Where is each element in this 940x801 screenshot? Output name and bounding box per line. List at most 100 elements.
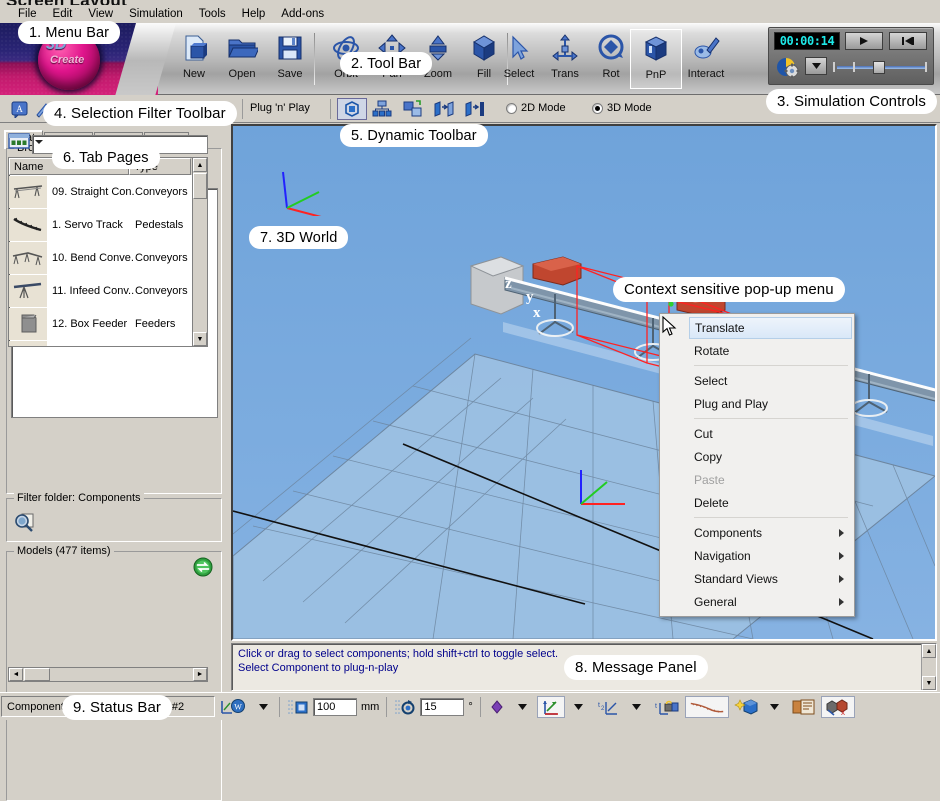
table-row[interactable]: 13. Wrapper Specials [9, 340, 207, 346]
chevron-down-icon [770, 703, 780, 710]
callout-3d-world: 7. 3D World [249, 226, 349, 249]
search-folder-icon[interactable] [13, 511, 37, 538]
wrapper-thumb [9, 340, 47, 346]
snap-point-dropdown[interactable] [511, 696, 535, 718]
context-menu-item-navigation[interactable]: Navigation [660, 544, 854, 567]
models-list-horizontal-scrollbar[interactable]: ◄ ► [8, 667, 208, 682]
scroll-down-button[interactable]: ▼ [193, 332, 207, 346]
toolbar-button-save[interactable]: Save [264, 29, 316, 89]
single-component-icon[interactable] [337, 98, 367, 120]
world-coordinate-dropdown[interactable] [251, 696, 275, 718]
menu-item-file[interactable]: File [10, 6, 45, 22]
models-list[interactable]: Name Type 09. Straight Con... Conveyors … [8, 157, 208, 347]
context-menu-item-select[interactable]: Select [660, 369, 854, 392]
coordinate-axes-icon[interactable] [536, 695, 565, 718]
lock-axes-icon[interactable]: t [651, 696, 683, 718]
toolbar-button-open[interactable]: Open [216, 29, 268, 89]
snap-align-icon[interactable] [429, 98, 459, 120]
menu-item-tools[interactable]: Tools [191, 6, 234, 22]
table-row[interactable]: 12. Box Feeder Feeders [9, 307, 207, 340]
menu-item-edit[interactable]: Edit [45, 6, 81, 22]
rotate-step-icon[interactable] [391, 696, 419, 718]
toolbar-button-trans[interactable]: Trans [539, 29, 591, 89]
skip-back-icon [902, 37, 914, 45]
scroll-left-button[interactable]: ◄ [9, 668, 23, 681]
context-menu-item-translate[interactable]: Translate [689, 317, 852, 339]
world-coordinate-icon[interactable]: W [217, 696, 249, 718]
context-menu-item-standard-views[interactable]: Standard Views [660, 567, 854, 590]
measure-axes-icon[interactable]: t 2 [593, 696, 623, 718]
context-menu-item-copy[interactable]: Copy [660, 445, 854, 468]
toolbar-button-new[interactable]: New [168, 29, 220, 89]
tool-bar: New Open Save Zoom Fill Select Trans Rot… [115, 23, 940, 95]
coordinate-axes-dropdown[interactable] [567, 696, 591, 718]
table-row[interactable]: 1. Servo Track Pedestals [9, 208, 207, 241]
measure-axes-dropdown[interactable] [625, 696, 649, 718]
properties-panel-icon[interactable] [789, 696, 819, 718]
scroll-up-button[interactable]: ▲ [922, 644, 936, 658]
context-menu-item-components[interactable]: Components [660, 521, 854, 544]
mode-radio-2d[interactable]: 2D Mode [506, 102, 566, 114]
menu-item-addons[interactable]: Add-ons [273, 6, 332, 22]
context-menu-item-plug-and-play[interactable]: Plug and Play [660, 392, 854, 415]
left-panel: eCat Param Create Teach Browse View Grou… [0, 123, 228, 801]
toolbar-button-pnp[interactable]: PnP [630, 29, 682, 89]
simulation-speed-dropdown[interactable] [805, 57, 827, 75]
toolbar-label-interact: Interact [687, 68, 725, 80]
rotate-step-field[interactable]: 15 [420, 697, 465, 716]
scroll-thumb[interactable] [193, 173, 207, 199]
toolbar-button-interact[interactable]: Interact [676, 29, 736, 89]
attach-icon[interactable] [460, 98, 490, 120]
component-group-icon[interactable] [367, 98, 397, 120]
arrow-select-icon [504, 29, 534, 67]
context-menu-item-general[interactable]: General [660, 590, 854, 613]
detach-component-icon[interactable]: x [820, 695, 855, 718]
scroll-down-button[interactable]: ▼ [922, 676, 936, 690]
component-copy-icon[interactable] [398, 98, 428, 120]
table-row[interactable]: 10. Bend Conve... Conveyors [9, 241, 207, 274]
scroll-up-button[interactable]: ▲ [193, 158, 207, 172]
context-menu[interactable]: Translate Rotate Select Plug and Play Cu… [659, 313, 855, 617]
chevron-right-icon [839, 528, 844, 537]
message-panel-scrollbar[interactable]: ▲ ▼ [921, 644, 936, 690]
table-row[interactable]: 11. Infeed Conv... Conveyors [9, 274, 207, 307]
snap-point-icon[interactable] [485, 696, 509, 718]
list-view-icon[interactable] [8, 132, 30, 153]
curve-path-icon[interactable] [684, 695, 729, 718]
context-menu-item-delete[interactable]: Delete [660, 491, 854, 514]
simulation-play-button[interactable] [845, 32, 883, 50]
chevron-down-icon [518, 703, 528, 710]
simulation-reset-button[interactable] [889, 32, 927, 50]
translate-step-unit: mm [361, 700, 380, 713]
menu-item-simulation[interactable]: Simulation [121, 6, 191, 22]
component-filter-icon[interactable]: A [8, 98, 30, 120]
translate-step-icon[interactable] [284, 696, 312, 718]
toolbar-label-trans: Trans [551, 68, 579, 80]
refresh-sync-icon[interactable] [193, 557, 222, 580]
new-component-icon[interactable] [731, 696, 761, 718]
chevron-right-icon [839, 551, 844, 560]
slider-knob[interactable] [873, 61, 885, 74]
new-component-dropdown[interactable] [763, 696, 787, 718]
models-list-vertical-scrollbar[interactable]: ▲ ▼ [192, 158, 207, 346]
chevron-down-icon[interactable] [35, 140, 43, 144]
menu-bar: File Edit View Simulation Tools Help Add… [0, 5, 940, 23]
mode-radio-3d[interactable]: 3D Mode [592, 102, 652, 114]
model-name: 12. Box Feeder [52, 317, 128, 330]
toolbar-button-select[interactable]: Select [493, 29, 545, 89]
floppy-save-icon [275, 29, 305, 67]
context-menu-item-rotate[interactable]: Rotate [660, 339, 854, 362]
simulation-settings-button[interactable] [775, 55, 801, 79]
scroll-thumb[interactable] [24, 668, 50, 681]
translate-step-field[interactable]: 100 [313, 697, 357, 716]
menu-item-help[interactable]: Help [234, 6, 274, 22]
simulation-speed-slider[interactable] [833, 61, 929, 74]
context-menu-item-cut[interactable]: Cut [660, 422, 854, 445]
box-feeder-thumb [9, 307, 47, 340]
play-icon [860, 37, 868, 45]
table-row[interactable]: 09. Straight Con... Conveyors [9, 175, 207, 208]
scroll-right-button[interactable]: ► [193, 668, 207, 681]
menu-item-view[interactable]: View [80, 6, 121, 22]
toolbar-separator-1 [314, 33, 315, 85]
simulation-controls: 00:00:14 [768, 27, 934, 85]
